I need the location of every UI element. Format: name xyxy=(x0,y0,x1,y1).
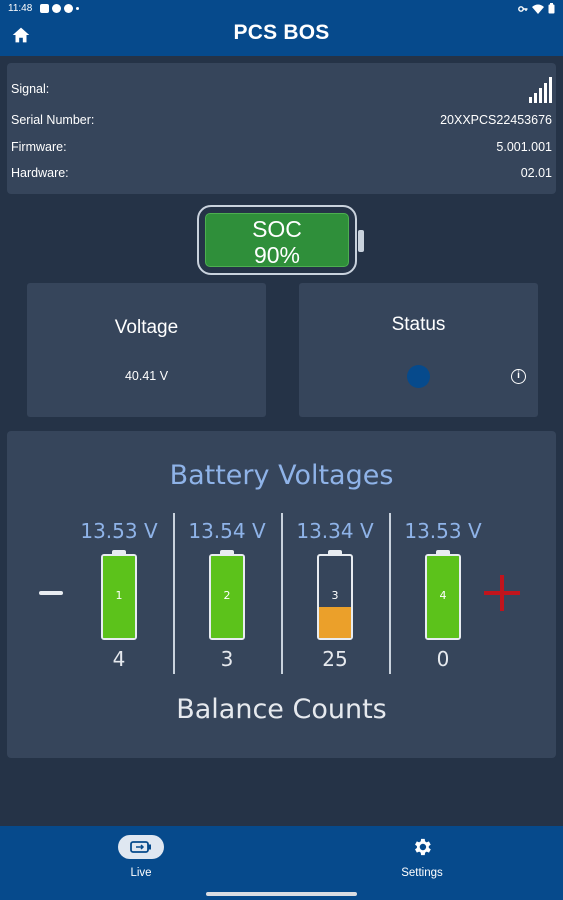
cell-balance-count: 25 xyxy=(322,647,348,671)
firmware-label: Firmware: xyxy=(11,140,67,154)
signal-strength-icon xyxy=(529,77,552,103)
soc-value: 90% xyxy=(253,242,301,268)
firmware-value: 5.001.001 xyxy=(496,140,552,154)
gear-icon xyxy=(415,838,431,856)
nav-item-live[interactable]: Live xyxy=(81,835,201,879)
settings-icon-wrap xyxy=(362,835,482,859)
info-icon[interactable]: i xyxy=(511,369,526,384)
cell-number: 3 xyxy=(331,589,339,602)
balance-counts-title: Balance Counts xyxy=(176,694,387,725)
status-title: Status xyxy=(391,314,446,335)
bottom-navigation: Live Settings xyxy=(0,826,563,900)
soc-fill: SOC 90% xyxy=(205,213,349,268)
cell-voltage: 13.53 V xyxy=(80,519,158,543)
cell-voltage: 13.54 V xyxy=(188,519,266,543)
battery-voltages-title: Battery Voltages xyxy=(169,460,394,491)
cell-balance-count: 4 xyxy=(112,647,126,671)
serial-value: 20XXPCS22453676 xyxy=(440,113,552,127)
image-icon xyxy=(40,4,49,13)
cell-level xyxy=(319,606,351,638)
notification-icons xyxy=(40,4,79,13)
serial-label: Serial Number: xyxy=(11,113,95,127)
status-bar: 11:48 xyxy=(0,0,563,18)
nav-active-indicator xyxy=(118,835,164,859)
cell-balance-count: 0 xyxy=(436,647,450,671)
cell-battery-icon: 3 xyxy=(317,554,353,640)
status-indicator xyxy=(407,365,430,388)
cell-divider xyxy=(389,513,391,674)
battery-cell-4: 13.53 V 4 0 xyxy=(393,514,493,674)
cell-voltage: 13.53 V xyxy=(404,519,482,543)
cell-balance-count: 3 xyxy=(220,647,234,671)
wifi-icon xyxy=(532,4,544,14)
gesture-bar[interactable] xyxy=(206,892,357,896)
dot-icon xyxy=(76,7,79,10)
cell-number: 1 xyxy=(115,589,123,602)
circle-icon xyxy=(52,4,61,13)
battery-icon xyxy=(130,841,151,853)
nav-label-live: Live xyxy=(130,867,152,879)
nav-item-settings[interactable]: Settings xyxy=(362,835,482,879)
cell-divider xyxy=(173,513,175,674)
cell-voltage: 13.34 V xyxy=(296,519,374,543)
cell-battery-icon: 2 xyxy=(209,554,245,640)
battery-voltages-card: Battery Voltages 13.53 V 1 4 13.54 V 2 3… xyxy=(7,431,556,758)
app-bar: PCS BOS xyxy=(0,18,563,56)
signal-label: Signal: xyxy=(11,82,50,96)
hardware-value: 02.01 xyxy=(520,166,552,180)
cell-divider xyxy=(281,513,283,674)
soc-battery: SOC 90% xyxy=(197,205,364,275)
battery-icon xyxy=(548,3,555,14)
plus-icon[interactable] xyxy=(484,575,520,611)
cell-number: 2 xyxy=(223,589,231,602)
cell-battery-icon: 1 xyxy=(101,554,137,640)
google-icon xyxy=(64,4,73,13)
voltage-tile: Voltage 40.41 V xyxy=(27,283,266,417)
voltage-title: Voltage xyxy=(114,317,179,338)
system-icons xyxy=(518,3,555,14)
cell-number: 4 xyxy=(439,589,447,602)
soc-battery-terminal xyxy=(358,230,364,252)
cell-battery-icon: 4 xyxy=(425,554,461,640)
device-info-card: Signal: Serial Number: 20XXPCS22453676 F… xyxy=(7,63,556,194)
status-time: 11:48 xyxy=(8,3,33,14)
status-tile: Status i xyxy=(299,283,538,417)
app-title: PCS BOS xyxy=(233,21,330,44)
soc-label: SOC xyxy=(252,216,302,242)
minus-icon[interactable] xyxy=(39,591,63,595)
battery-cell-2: 13.54 V 2 3 xyxy=(177,514,277,674)
battery-cell-3: 13.34 V 3 25 xyxy=(285,514,385,674)
nav-label-settings: Settings xyxy=(401,867,443,879)
voltage-value: 40.41 V xyxy=(124,369,169,383)
battery-cell-1: 13.53 V 1 4 xyxy=(69,514,169,674)
hardware-label: Hardware: xyxy=(11,166,69,180)
key-icon xyxy=(518,5,528,12)
